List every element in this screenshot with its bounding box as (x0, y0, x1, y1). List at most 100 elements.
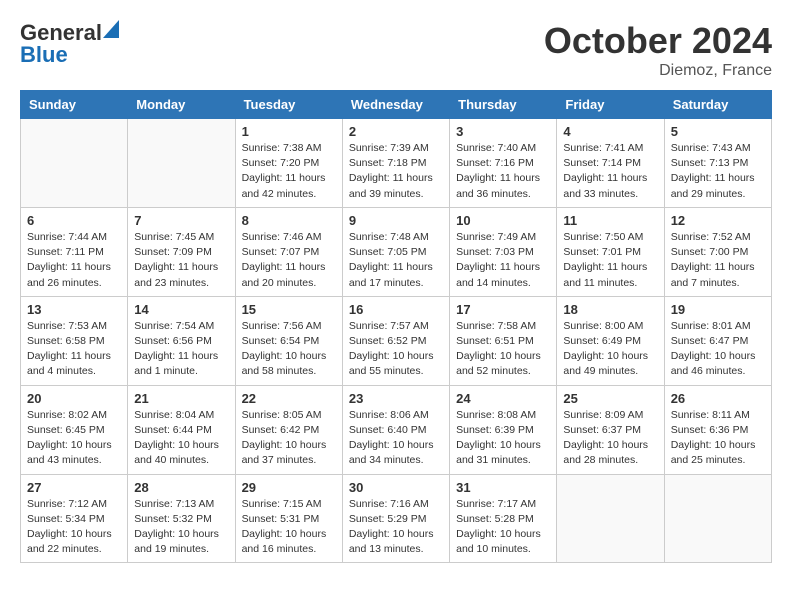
calendar-cell: 29 Sunrise: 7:15 AM Sunset: 5:31 PM Dayli… (235, 474, 342, 563)
calendar-cell: 31 Sunrise: 7:17 AM Sunset: 5:28 PM Dayli… (450, 474, 557, 563)
day-number: 18 (563, 302, 657, 317)
calendar-cell: 12 Sunrise: 7:52 AM Sunset: 7:00 PM Dayli… (664, 207, 771, 296)
day-number: 9 (349, 213, 443, 228)
calendar-table: SundayMondayTuesdayWednesdayThursdayFrid… (20, 90, 772, 563)
day-number: 6 (27, 213, 121, 228)
calendar-cell: 5 Sunrise: 7:43 AM Sunset: 7:13 PM Daylig… (664, 119, 771, 208)
calendar-cell: 3 Sunrise: 7:40 AM Sunset: 7:16 PM Daylig… (450, 119, 557, 208)
day-detail: Sunrise: 7:54 AM Sunset: 6:56 PM Dayligh… (134, 319, 228, 380)
day-number: 24 (456, 391, 550, 406)
day-detail: Sunrise: 7:49 AM Sunset: 7:03 PM Dayligh… (456, 230, 550, 291)
day-detail: Sunrise: 7:45 AM Sunset: 7:09 PM Dayligh… (134, 230, 228, 291)
week-row-2: 6 Sunrise: 7:44 AM Sunset: 7:11 PM Daylig… (21, 207, 772, 296)
page-header: General Blue October 2024 Diemoz, France (20, 20, 772, 80)
day-detail: Sunrise: 7:41 AM Sunset: 7:14 PM Dayligh… (563, 141, 657, 202)
day-number: 10 (456, 213, 550, 228)
logo-blue-text: Blue (20, 42, 68, 67)
week-row-1: 1Sunrise: 7:38 AM Sunset: 7:20 PM Daylig… (21, 119, 772, 208)
day-number: 1 (242, 124, 336, 139)
day-number: 30 (349, 480, 443, 495)
day-detail: Sunrise: 8:05 AM Sunset: 6:42 PM Dayligh… (242, 408, 336, 469)
calendar-cell: 22 Sunrise: 8:05 AM Sunset: 6:42 PM Dayli… (235, 385, 342, 474)
calendar-cell: 17 Sunrise: 7:58 AM Sunset: 6:51 PM Dayli… (450, 296, 557, 385)
day-number: 29 (242, 480, 336, 495)
calendar-cell: 9 Sunrise: 7:48 AM Sunset: 7:05 PM Daylig… (342, 207, 449, 296)
calendar-cell: 13 Sunrise: 7:53 AM Sunset: 6:58 PM Dayli… (21, 296, 128, 385)
day-number: 23 (349, 391, 443, 406)
day-number: 28 (134, 480, 228, 495)
calendar-cell: 30Sunrise: 7:16 AM Sunset: 5:29 PM Dayli… (342, 474, 449, 563)
day-number: 12 (671, 213, 765, 228)
day-number: 27 (27, 480, 121, 495)
calendar-cell: 14 Sunrise: 7:54 AM Sunset: 6:56 PM Dayli… (128, 296, 235, 385)
calendar-cell: 1Sunrise: 7:38 AM Sunset: 7:20 PM Daylig… (235, 119, 342, 208)
day-number: 20 (27, 391, 121, 406)
day-number: 4 (563, 124, 657, 139)
day-detail: Sunrise: 7:15 AM Sunset: 5:31 PM Dayligh… (242, 497, 336, 558)
weekday-header-monday: Monday (128, 91, 235, 119)
calendar-cell: 25 Sunrise: 8:09 AM Sunset: 6:37 PM Dayli… (557, 385, 664, 474)
calendar-cell: 16Sunrise: 7:57 AM Sunset: 6:52 PM Dayli… (342, 296, 449, 385)
day-number: 25 (563, 391, 657, 406)
day-detail: Sunrise: 7:40 AM Sunset: 7:16 PM Dayligh… (456, 141, 550, 202)
day-number: 8 (242, 213, 336, 228)
day-number: 31 (456, 480, 550, 495)
day-number: 15 (242, 302, 336, 317)
day-detail: Sunrise: 7:44 AM Sunset: 7:11 PM Dayligh… (27, 230, 121, 291)
day-detail: Sunrise: 7:56 AM Sunset: 6:54 PM Dayligh… (242, 319, 336, 380)
logo: General Blue (20, 20, 119, 68)
day-detail: Sunrise: 8:02 AM Sunset: 6:45 PM Dayligh… (27, 408, 121, 469)
day-number: 17 (456, 302, 550, 317)
day-number: 22 (242, 391, 336, 406)
weekday-header-row: SundayMondayTuesdayWednesdayThursdayFrid… (21, 91, 772, 119)
calendar-cell: 2 Sunrise: 7:39 AM Sunset: 7:18 PM Daylig… (342, 119, 449, 208)
calendar-cell: 21 Sunrise: 8:04 AM Sunset: 6:44 PM Dayli… (128, 385, 235, 474)
day-number: 11 (563, 213, 657, 228)
calendar-cell: 7 Sunrise: 7:45 AM Sunset: 7:09 PM Daylig… (128, 207, 235, 296)
day-detail: Sunrise: 7:48 AM Sunset: 7:05 PM Dayligh… (349, 230, 443, 291)
weekday-header-saturday: Saturday (664, 91, 771, 119)
calendar-cell: 11 Sunrise: 7:50 AM Sunset: 7:01 PM Dayli… (557, 207, 664, 296)
day-number: 21 (134, 391, 228, 406)
day-number: 7 (134, 213, 228, 228)
day-detail: Sunrise: 7:12 AM Sunset: 5:34 PM Dayligh… (27, 497, 121, 558)
calendar-cell: 10 Sunrise: 7:49 AM Sunset: 7:03 PM Dayli… (450, 207, 557, 296)
day-detail: Sunrise: 7:53 AM Sunset: 6:58 PM Dayligh… (27, 319, 121, 380)
day-detail: Sunrise: 7:50 AM Sunset: 7:01 PM Dayligh… (563, 230, 657, 291)
calendar-cell (21, 119, 128, 208)
day-detail: Sunrise: 7:13 AM Sunset: 5:32 PM Dayligh… (134, 497, 228, 558)
calendar-cell: 23Sunrise: 8:06 AM Sunset: 6:40 PM Dayli… (342, 385, 449, 474)
calendar-cell (557, 474, 664, 563)
day-detail: Sunrise: 7:17 AM Sunset: 5:28 PM Dayligh… (456, 497, 550, 558)
calendar-cell: 28 Sunrise: 7:13 AM Sunset: 5:32 PM Dayli… (128, 474, 235, 563)
day-detail: Sunrise: 7:52 AM Sunset: 7:00 PM Dayligh… (671, 230, 765, 291)
calendar-cell: 6 Sunrise: 7:44 AM Sunset: 7:11 PM Daylig… (21, 207, 128, 296)
calendar-cell: 15 Sunrise: 7:56 AM Sunset: 6:54 PM Dayli… (235, 296, 342, 385)
day-number: 14 (134, 302, 228, 317)
week-row-4: 20 Sunrise: 8:02 AM Sunset: 6:45 PM Dayli… (21, 385, 772, 474)
weekday-header-tuesday: Tuesday (235, 91, 342, 119)
day-number: 5 (671, 124, 765, 139)
calendar-cell: 19Sunrise: 8:01 AM Sunset: 6:47 PM Dayli… (664, 296, 771, 385)
day-detail: Sunrise: 7:43 AM Sunset: 7:13 PM Dayligh… (671, 141, 765, 202)
day-detail: Sunrise: 7:58 AM Sunset: 6:51 PM Dayligh… (456, 319, 550, 380)
calendar-cell: 4 Sunrise: 7:41 AM Sunset: 7:14 PM Daylig… (557, 119, 664, 208)
day-detail: Sunrise: 7:39 AM Sunset: 7:18 PM Dayligh… (349, 141, 443, 202)
day-detail: Sunrise: 8:09 AM Sunset: 6:37 PM Dayligh… (563, 408, 657, 469)
calendar-cell: 27 Sunrise: 7:12 AM Sunset: 5:34 PM Dayli… (21, 474, 128, 563)
day-number: 2 (349, 124, 443, 139)
day-number: 16 (349, 302, 443, 317)
calendar-cell: 24 Sunrise: 8:08 AM Sunset: 6:39 PM Dayli… (450, 385, 557, 474)
weekday-header-friday: Friday (557, 91, 664, 119)
day-detail: Sunrise: 8:04 AM Sunset: 6:44 PM Dayligh… (134, 408, 228, 469)
calendar-cell: 8Sunrise: 7:46 AM Sunset: 7:07 PM Daylig… (235, 207, 342, 296)
day-detail: Sunrise: 8:08 AM Sunset: 6:39 PM Dayligh… (456, 408, 550, 469)
month-title-block: October 2024 Diemoz, France (544, 20, 772, 80)
week-row-3: 13 Sunrise: 7:53 AM Sunset: 6:58 PM Dayli… (21, 296, 772, 385)
day-number: 13 (27, 302, 121, 317)
location-subtitle: Diemoz, France (544, 62, 772, 80)
weekday-header-wednesday: Wednesday (342, 91, 449, 119)
day-detail: Sunrise: 8:11 AM Sunset: 6:36 PM Dayligh… (671, 408, 765, 469)
calendar-cell: 20 Sunrise: 8:02 AM Sunset: 6:45 PM Dayli… (21, 385, 128, 474)
day-number: 3 (456, 124, 550, 139)
